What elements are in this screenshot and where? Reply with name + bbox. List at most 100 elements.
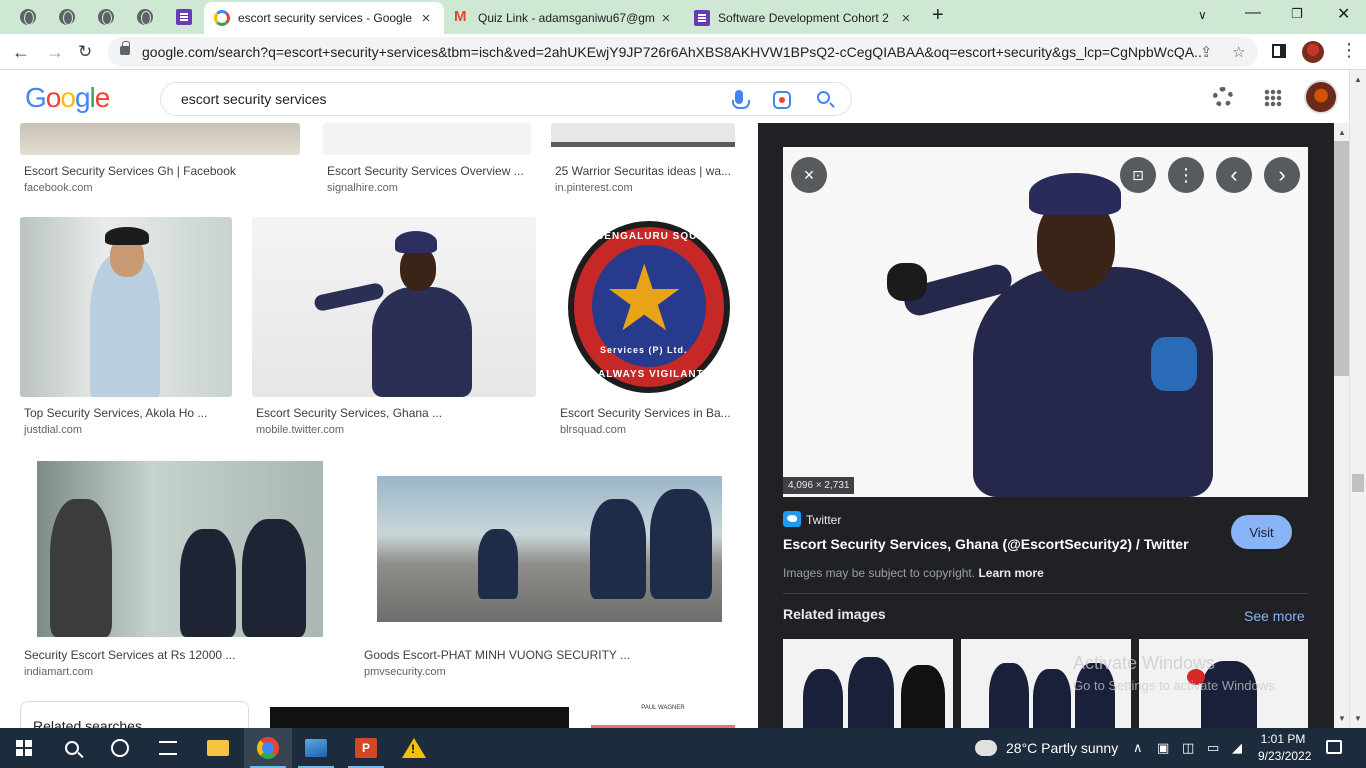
pinned-tab-4[interactable] xyxy=(128,5,162,29)
result-caption[interactable]: Escort Security Services, Ghana ... xyxy=(256,406,442,420)
tab-search-chevron-icon[interactable]: ∨ xyxy=(1198,8,1207,22)
source-site-name[interactable]: Twitter xyxy=(806,513,841,527)
result-thumbnail[interactable]: ★ BENGALURU SQUAD Services (P) Ltd. ALWA… xyxy=(556,217,740,397)
pinned-tab-2[interactable] xyxy=(50,5,84,29)
profile-avatar-small[interactable] xyxy=(1302,41,1324,63)
chrome-taskbar-button[interactable] xyxy=(244,728,292,768)
result-caption[interactable]: Top Security Services, Akola Ho ... xyxy=(24,406,207,420)
page-scroll-down-arrow-icon[interactable]: ▼ xyxy=(1354,714,1362,723)
page-scroll-up-arrow-icon[interactable]: ▲ xyxy=(1354,75,1362,84)
weather-cloud-icon[interactable] xyxy=(971,734,997,756)
device-icon[interactable]: ◫ xyxy=(1182,740,1194,756)
preview-title[interactable]: Escort Security Services, Ghana (@Escort… xyxy=(783,536,1189,552)
result-thumbnail[interactable] xyxy=(551,123,735,155)
scroll-up-arrow-icon[interactable]: ▲ xyxy=(1338,128,1346,137)
result-caption[interactable]: Goods Escort-PHAT MINH VUONG SECURITY ..… xyxy=(364,648,630,662)
result-thumbnail[interactable] xyxy=(252,217,536,397)
learn-more-link[interactable]: Learn more xyxy=(978,566,1043,580)
result-caption[interactable]: Escort Security Services in Ba... xyxy=(560,406,731,420)
result-card[interactable]: Escort Security Services Overview ... si… xyxy=(323,123,533,194)
close-tab-icon[interactable]: × xyxy=(658,10,674,27)
restore-icon[interactable]: ❐ xyxy=(1291,6,1303,22)
more-options-icon[interactable]: ⋮ xyxy=(1168,157,1204,193)
result-card[interactable]: Security Escort Services at Rs 12000 ...… xyxy=(20,459,340,681)
scroll-down-arrow-icon[interactable]: ▼ xyxy=(1338,714,1346,723)
result-caption[interactable]: Escort Security Services Gh | Facebook xyxy=(24,164,236,178)
forward-arrow-icon[interactable]: → xyxy=(46,42,64,63)
result-card[interactable]: ★ BENGALURU SQUAD Services (P) Ltd. ALWA… xyxy=(556,217,740,439)
pinned-tab-1[interactable] xyxy=(11,5,45,29)
pinned-tab-5[interactable] xyxy=(167,5,201,29)
result-source[interactable]: justdial.com xyxy=(24,424,82,436)
result-caption[interactable]: Security Escort Services at Rs 12000 ... xyxy=(24,648,235,662)
result-card[interactable]: Escort Security Services Gh | Facebook f… xyxy=(20,123,302,194)
previous-image-icon[interactable]: ‹ xyxy=(1216,157,1252,193)
result-source[interactable]: mobile.twitter.com xyxy=(256,424,344,436)
google-apps-icon[interactable] xyxy=(1264,89,1282,107)
result-caption[interactable]: 25 Warrior Securitas ideas | wa... xyxy=(555,164,731,178)
system-clock[interactable]: 1:01 PM 9/23/2022 xyxy=(1258,731,1311,765)
result-card[interactable]: Escort Security Services, Ghana ... mobi… xyxy=(252,217,536,439)
related-image-thumb[interactable] xyxy=(783,639,953,728)
tab-software-dev[interactable]: Software Development Cohort 2 × xyxy=(684,2,924,34)
result-card[interactable]: Top Security Services, Akola Ho ... just… xyxy=(20,217,232,439)
network-icon[interactable]: ▣ xyxy=(1157,740,1169,756)
panel-scrollbar-thumb[interactable] xyxy=(1334,141,1349,376)
lens-search-icon[interactable]: ⊡ xyxy=(1120,157,1156,193)
file-explorer-button[interactable] xyxy=(194,728,242,768)
close-tab-icon[interactable]: × xyxy=(898,10,914,27)
battery-icon[interactable]: ▭ xyxy=(1207,740,1219,756)
result-source[interactable]: indiamart.com xyxy=(24,666,93,678)
settings-gear-icon[interactable] xyxy=(1213,87,1233,107)
account-avatar[interactable] xyxy=(1304,80,1338,114)
result-thumbnail[interactable] xyxy=(323,123,531,155)
powerpoint-taskbar-button[interactable]: P xyxy=(342,728,390,768)
back-arrow-icon[interactable]: ← xyxy=(12,42,30,63)
tab-escort-security[interactable]: escort security services - Google × xyxy=(204,2,444,34)
cortana-button[interactable] xyxy=(96,728,144,768)
page-scrollbar[interactable] xyxy=(1349,70,1366,728)
microphone-icon[interactable] xyxy=(732,90,750,109)
side-panel-icon[interactable] xyxy=(1272,44,1286,58)
address-bar[interactable]: google.com/search?q=escort+security+serv… xyxy=(108,37,1258,67)
task-view-button[interactable] xyxy=(144,728,192,768)
tray-overflow-chevron-icon[interactable]: ∧ xyxy=(1133,740,1143,756)
page-scrollbar-thumb[interactable] xyxy=(1352,474,1364,492)
result-source[interactable]: blrsquad.com xyxy=(560,424,626,436)
close-window-icon[interactable]: ✕ xyxy=(1337,4,1350,24)
bookmark-star-icon[interactable]: ☆ xyxy=(1232,43,1245,61)
result-thumbnail[interactable] xyxy=(360,459,740,639)
result-caption[interactable]: Escort Security Services Overview ... xyxy=(327,164,524,178)
share-icon[interactable]: ⇪ xyxy=(1200,43,1213,61)
related-searches-card[interactable]: Related searches xyxy=(20,701,249,728)
next-image-icon[interactable]: › xyxy=(1264,157,1300,193)
weather-text[interactable]: 28°C Partly sunny xyxy=(1006,740,1118,756)
result-thumbnail[interactable] xyxy=(20,123,300,155)
search-query[interactable]: escort security services xyxy=(181,91,326,107)
result-thumbnail[interactable] xyxy=(20,459,340,639)
search-input[interactable]: escort security services xyxy=(160,82,852,116)
tab-quiz-link[interactable]: Quiz Link - adamsganiwu67@gm × xyxy=(444,2,684,34)
result-source[interactable]: in.pinterest.com xyxy=(555,182,633,194)
pinned-tab-3[interactable] xyxy=(89,5,123,29)
result-thumbnail[interactable]: PAUL WAGNER xyxy=(591,701,735,728)
minimize-icon[interactable]: — xyxy=(1245,4,1261,22)
result-thumbnail[interactable] xyxy=(20,217,232,397)
start-button[interactable] xyxy=(0,728,48,768)
see-more-link[interactable]: See more xyxy=(1244,608,1305,624)
search-icon[interactable] xyxy=(817,91,830,104)
result-source[interactable]: facebook.com xyxy=(24,182,92,194)
result-card[interactable]: 25 Warrior Securitas ideas | wa... in.pi… xyxy=(551,123,739,194)
new-tab-plus-icon[interactable]: + xyxy=(932,4,944,27)
reload-icon[interactable]: ↻ xyxy=(78,42,92,62)
close-icon[interactable]: × xyxy=(791,157,827,193)
result-thumbnail[interactable] xyxy=(270,707,569,728)
warning-taskbar-button[interactable]: ! xyxy=(390,728,438,768)
google-logo[interactable]: Google xyxy=(25,82,110,114)
photos-taskbar-button[interactable] xyxy=(292,728,340,768)
visit-button[interactable]: Visit xyxy=(1231,515,1292,549)
taskbar-search-button[interactable] xyxy=(48,728,96,768)
result-source[interactable]: pmvsecurity.com xyxy=(364,666,446,678)
close-tab-icon[interactable]: × xyxy=(418,10,434,27)
volume-icon[interactable]: ◢ xyxy=(1232,740,1242,756)
